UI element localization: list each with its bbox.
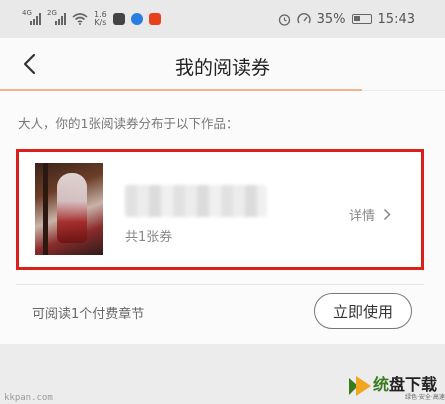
watermark-logo: 统盘下载 绿色·安全·高速 [347, 372, 445, 402]
network-type-1: 4G [22, 9, 32, 17]
wifi-icon [72, 13, 88, 25]
alarm-icon [278, 13, 290, 26]
speed-unit: K/s [94, 18, 107, 27]
bottom-area: kkpan.com 统盘下载 绿色·安全·高速 [0, 344, 445, 404]
status-bar: 4G 2G 1.6 K/s 35% 15:43 [0, 0, 445, 38]
divider [16, 284, 424, 285]
brand-logo-icon [349, 376, 371, 396]
ticket-count: 共1张券 [125, 230, 173, 245]
clock: 15:43 [377, 11, 415, 27]
notification-app-icon [112, 13, 125, 25]
book-cover[interactable] [35, 163, 103, 255]
status-left: 4G 2G 1.6 K/s [22, 9, 161, 27]
notification-app-icon [130, 13, 143, 25]
brand-name-a: 统 [373, 375, 390, 394]
page-title: 我的阅读券 [174, 57, 270, 79]
signal-icon: 4G [22, 9, 41, 25]
details-label: 详情 [348, 209, 375, 224]
book-card[interactable]: 共1张券 详情 [16, 149, 424, 270]
chevron-right-icon [383, 208, 391, 221]
content-panel: 大人，你的1张阅读券分布于以下作品： 共1张券 详情 可阅读1个付费章节 立即使… [0, 91, 445, 344]
network-type-2: 2G [47, 9, 57, 17]
network-speed: 1.6 K/s [94, 11, 107, 27]
cover-figure [57, 173, 87, 243]
watermark-left: kkpan.com [4, 393, 53, 403]
battery-icon [351, 14, 372, 24]
readable-chapters-text: 可阅读1个付费章节 [32, 307, 145, 322]
details-link[interactable]: 详情 [349, 205, 391, 224]
title-bar: 我的阅读券 [0, 38, 445, 90]
use-now-button[interactable]: 立即使用 [314, 293, 412, 329]
notification-app-icon [148, 13, 161, 25]
cover-decoration [43, 163, 48, 255]
brand-subtitle: 绿色·安全·高速 [405, 394, 445, 401]
data-saver-icon [296, 12, 311, 23]
battery-percent: 35% [316, 11, 346, 27]
intro-text: 大人，你的1张阅读券分布于以下作品： [18, 116, 239, 131]
book-title-blurred [125, 185, 267, 217]
status-right: 35% 15:43 [278, 12, 415, 27]
signal-icon: 2G [47, 9, 66, 25]
